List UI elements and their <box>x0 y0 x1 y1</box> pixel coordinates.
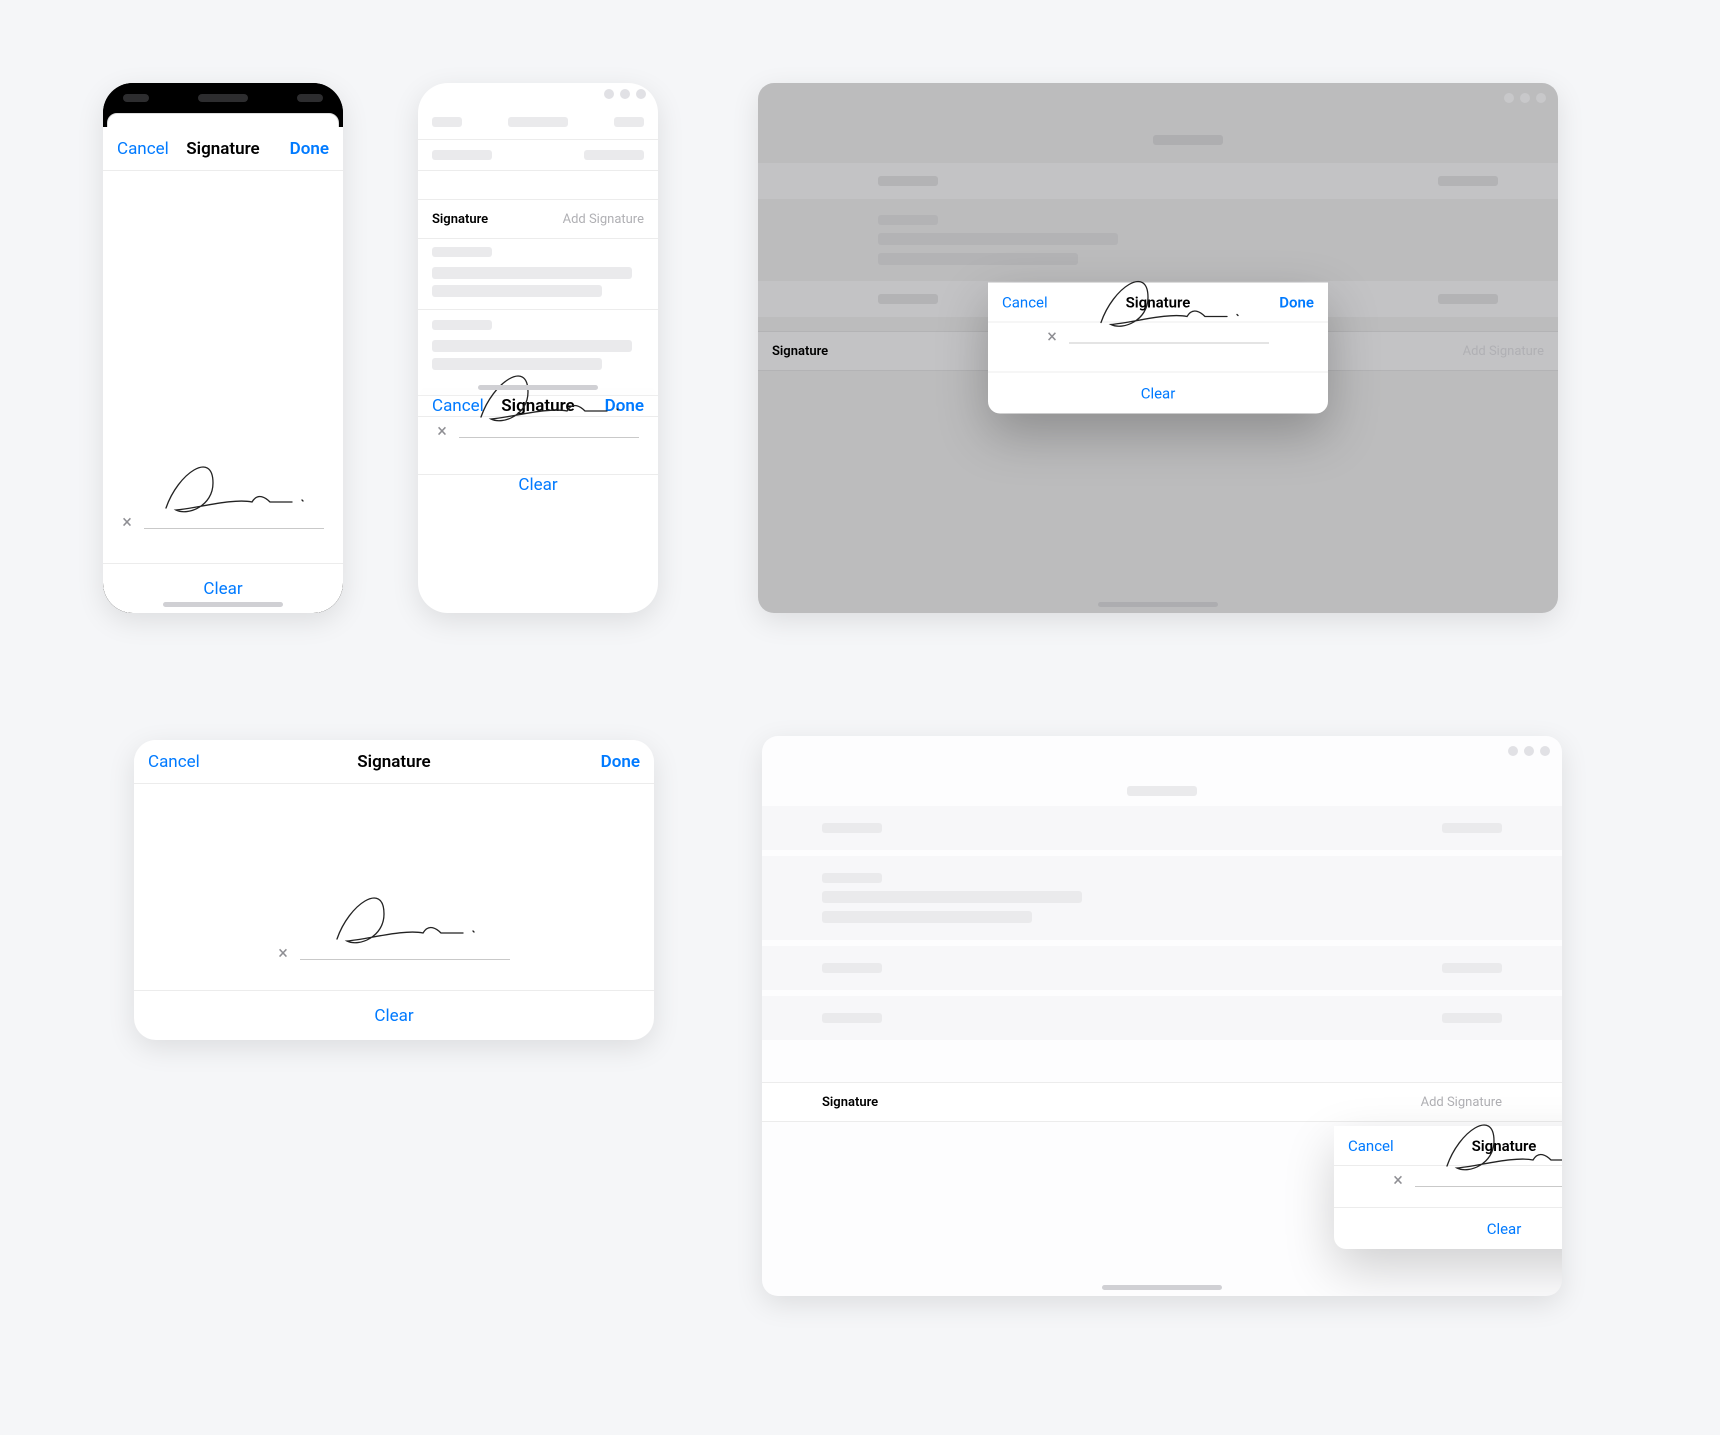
clear-button[interactable]: Clear <box>1141 384 1176 402</box>
signature-baseline <box>144 528 324 529</box>
done-button[interactable]: Done <box>601 752 640 772</box>
window-dot-icon <box>620 89 630 99</box>
signature-popover: Cancel Signature Done × Clear <box>1334 1126 1562 1249</box>
signature-canvas[interactable]: × <box>418 417 658 474</box>
status-bar <box>103 83 343 113</box>
notch-icon <box>198 94 248 102</box>
sheet-header: Cancel Signature Done <box>103 127 343 171</box>
status-left-icon <box>123 94 149 102</box>
signature-stroke <box>314 889 504 959</box>
clear-button[interactable]: Clear <box>1487 1220 1522 1238</box>
signature-stroke <box>1429 1116 1562 1186</box>
device-iphone-halfsheet: Signature Add Signature Cancel Signature… <box>418 83 658 613</box>
background-content: Signature Add Signature Cancel Signature… <box>418 105 658 380</box>
signature-canvas[interactable]: × <box>988 323 1328 372</box>
signature-row[interactable]: Signature Add Signature <box>418 199 658 239</box>
done-button[interactable]: Done <box>1279 293 1314 311</box>
device-ipad-modal: Signature Add Signature Cancel Signature… <box>758 83 1558 613</box>
signature-stroke <box>473 367 633 437</box>
home-indicator <box>163 602 283 607</box>
home-indicator <box>1098 602 1218 607</box>
signature-row-label: Signature <box>772 344 828 359</box>
signature-canvas[interactable]: × <box>103 171 343 563</box>
signature-canvas[interactable]: × <box>1334 1166 1562 1207</box>
cancel-button[interactable]: Cancel <box>1002 293 1048 311</box>
device-ipad-popover: Signature Add Signature Cancel Signature… <box>762 736 1562 1296</box>
signature-row-placeholder: Add Signature <box>1463 344 1544 359</box>
signature-row-placeholder: Add Signature <box>563 212 644 227</box>
close-icon[interactable]: × <box>1393 1170 1403 1191</box>
clear-button[interactable]: Clear <box>518 475 557 495</box>
window-dot-icon <box>604 89 614 99</box>
cancel-button[interactable]: Cancel <box>117 139 169 159</box>
window-dot-icon <box>636 89 646 99</box>
done-button[interactable]: Done <box>290 139 329 159</box>
sheet-title: Signature <box>134 752 654 772</box>
signature-baseline <box>459 437 639 438</box>
signature-stroke <box>158 458 318 528</box>
signature-sheet: Cancel Signature Done × Clear <box>103 127 343 613</box>
home-indicator <box>478 385 598 390</box>
cancel-button[interactable]: Cancel <box>148 752 200 772</box>
clear-bar: Clear <box>134 990 654 1040</box>
close-icon[interactable]: × <box>437 421 447 442</box>
home-indicator <box>1102 1285 1222 1290</box>
window-controls <box>418 83 658 105</box>
signature-baseline <box>1415 1186 1562 1187</box>
clear-button[interactable]: Clear <box>374 1006 413 1026</box>
signature-baseline <box>300 959 510 960</box>
signature-baseline <box>1069 343 1269 344</box>
clear-bar: Clear <box>988 372 1328 414</box>
clear-button[interactable]: Clear <box>203 579 242 599</box>
cancel-button[interactable]: Cancel <box>1348 1137 1394 1155</box>
signature-modal: Cancel Signature Done × Clear <box>988 283 1328 414</box>
signature-stroke <box>1083 273 1263 343</box>
close-icon[interactable]: × <box>1047 327 1057 348</box>
device-landscape-sheet: Cancel Signature Done × Clear <box>134 740 654 1040</box>
sheet-header: Cancel Signature Done <box>134 740 654 784</box>
clear-bar: Clear <box>1334 1207 1562 1249</box>
device-iphone-sheet: Cancel Signature Done × Clear <box>103 83 343 613</box>
signature-sheet: Cancel Signature Done × Cle <box>418 395 658 396</box>
close-icon[interactable]: × <box>122 512 132 533</box>
signature-row-label: Signature <box>432 212 488 227</box>
signature-row-label: Signature <box>822 1095 878 1110</box>
status-right-icon <box>297 94 323 102</box>
signature-canvas[interactable]: × <box>134 784 654 990</box>
clear-bar: Clear <box>418 474 658 495</box>
close-icon[interactable]: × <box>278 943 288 964</box>
signature-row-placeholder: Add Signature <box>1421 1095 1502 1110</box>
